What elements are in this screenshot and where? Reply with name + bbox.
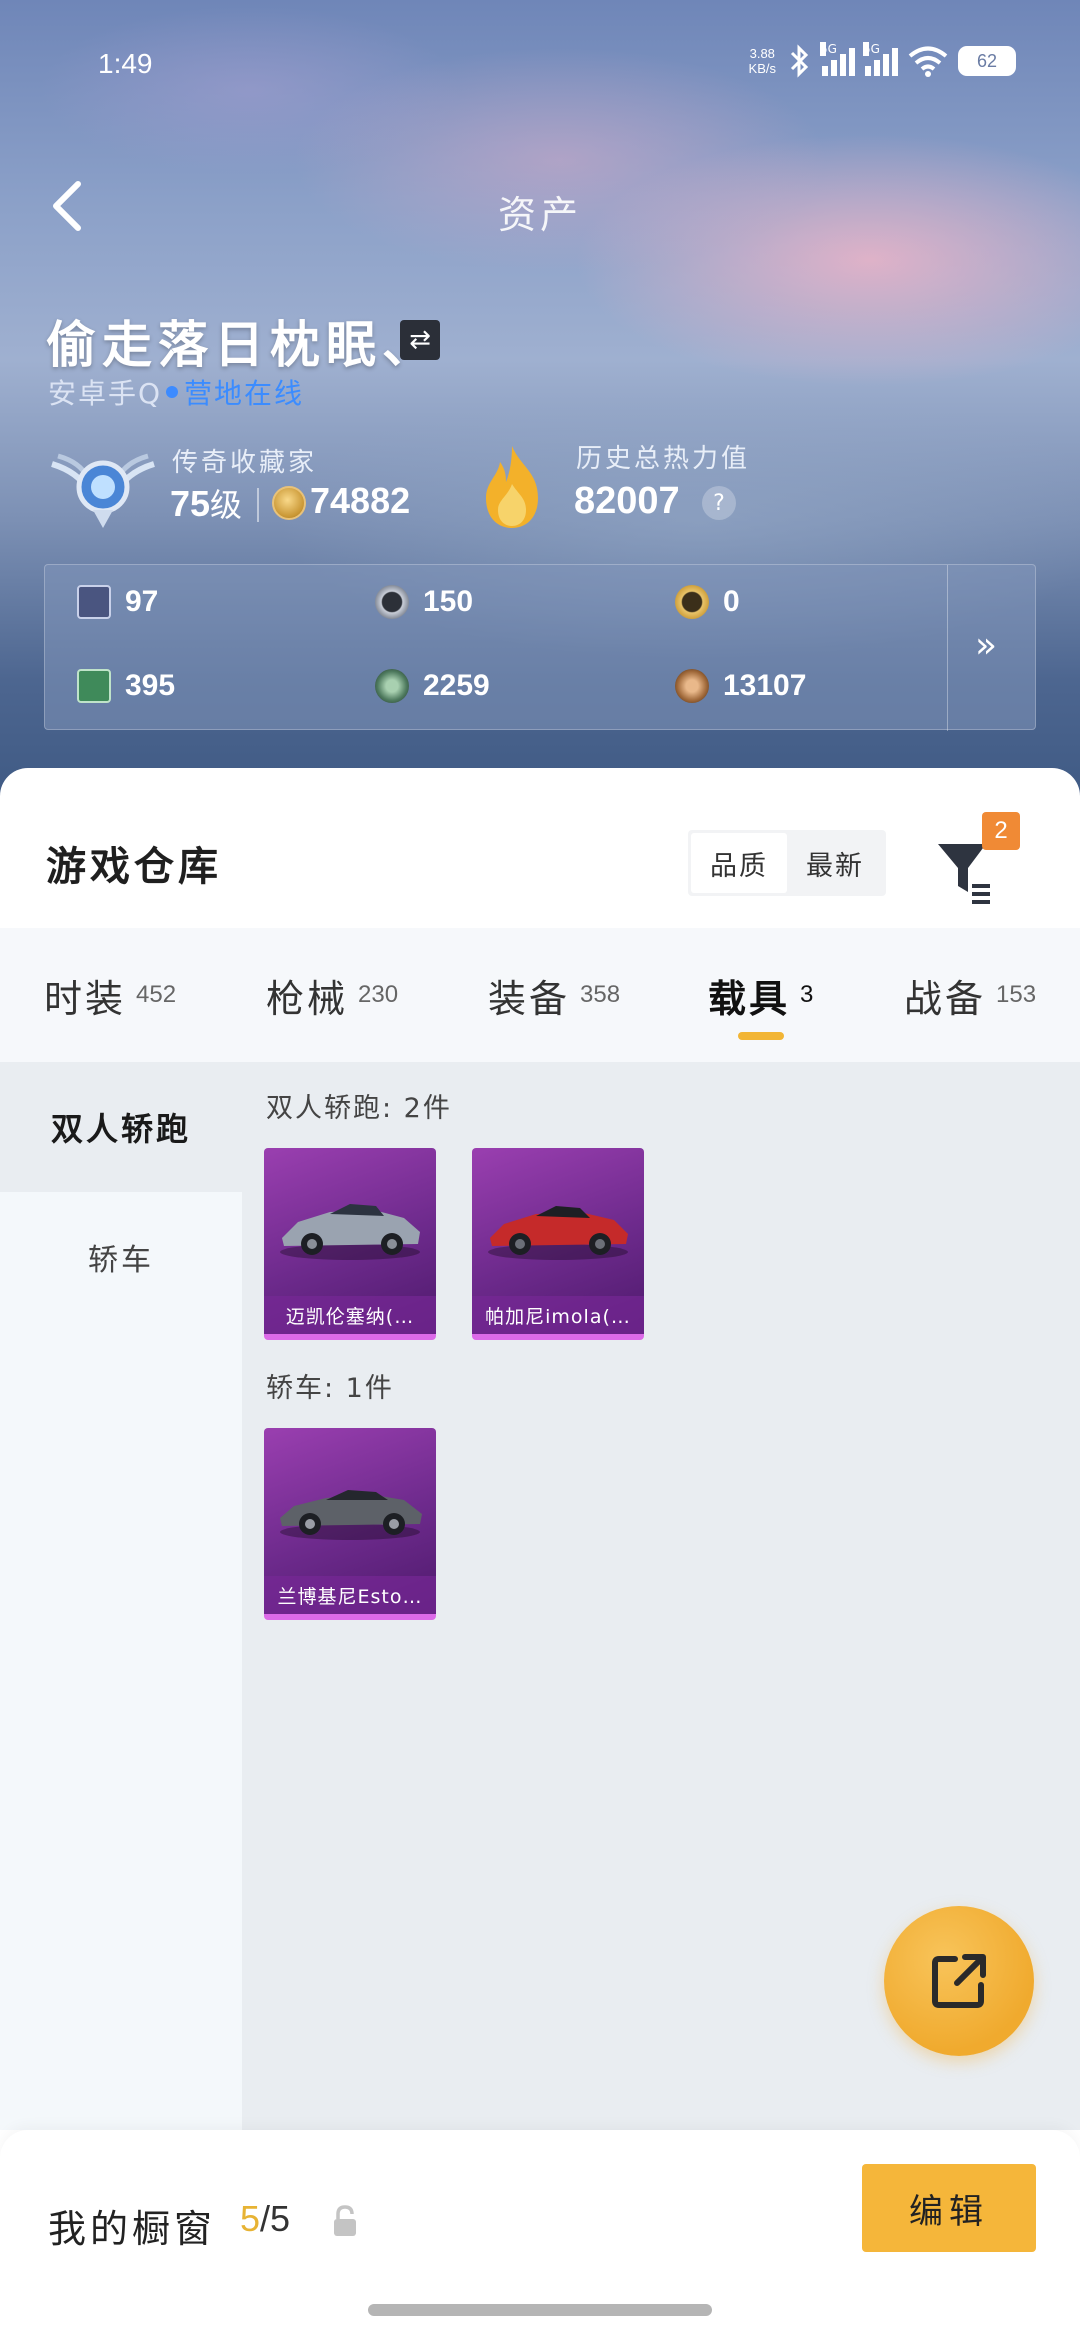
gold-emblem-icon xyxy=(675,585,709,619)
signal-icon-2: 5G xyxy=(863,42,898,76)
tab-equipment[interactable]: 装备 358 xyxy=(488,928,620,1062)
player-level: 75级 xyxy=(170,483,243,524)
status-time: 1:49 xyxy=(98,48,153,79)
bluetooth-icon xyxy=(790,44,809,78)
lock-icon xyxy=(334,2205,356,2236)
switch-account-icon[interactable]: ⇄ xyxy=(400,320,440,360)
rank-title: 传奇收藏家 xyxy=(172,448,318,478)
server-label: 安卓手Q xyxy=(48,377,163,410)
vehicle-card[interactable]: 兰博基尼Esto… xyxy=(264,1428,436,1620)
online-dot-icon xyxy=(166,386,179,398)
vehicle-card[interactable]: 帕加尼imola(… xyxy=(472,1148,644,1340)
bronze-coin-icon xyxy=(675,669,709,703)
more-assets-icon[interactable]: » xyxy=(975,625,997,666)
divider xyxy=(257,488,259,522)
group-label: 双人轿跑: 2件 xyxy=(266,1093,452,1124)
vehicle-name: 帕加尼imola(… xyxy=(472,1296,644,1334)
asset-item[interactable]: 150 xyxy=(375,585,473,619)
status-bar: 1:49 3.88 KB/s 5G 5G 62 xyxy=(0,42,1080,88)
lamborghini-estoque-car-icon xyxy=(280,1490,422,1540)
green-card-icon xyxy=(77,669,111,703)
tab-outfits[interactable]: 时装 452 xyxy=(44,928,176,1062)
network-speed: 3.88 KB/s xyxy=(748,46,776,76)
heat-value: 82007 xyxy=(574,480,680,522)
asset-item[interactable]: 0 xyxy=(675,585,740,619)
mclaren-senna-car-icon xyxy=(280,1204,420,1260)
help-icon[interactable]: ? xyxy=(702,486,736,520)
green-coin-icon xyxy=(375,669,409,703)
home-indicator[interactable] xyxy=(368,2304,712,2316)
edit-button[interactable]: 编辑 xyxy=(862,2164,1036,2252)
heat-title: 历史总热力值 xyxy=(576,444,751,474)
status-icons: 3.88 KB/s 5G 5G 62 xyxy=(748,42,1016,78)
coin-icon xyxy=(272,486,306,520)
silver-coin-icon xyxy=(375,585,409,619)
asset-item[interactable]: 13107 xyxy=(675,669,806,703)
card-icon xyxy=(77,585,111,619)
group-label: 轿车: 1件 xyxy=(266,1373,394,1404)
player-server-status: 安卓手Q 营地在线 xyxy=(48,372,304,412)
asset-item[interactable]: 2259 xyxy=(375,669,490,703)
category-tabs: 时装 452 枪械 230 装备 358 载具 3 战备 153 xyxy=(0,928,1080,1062)
online-status: 营地在线 xyxy=(184,377,305,410)
tab-vehicles[interactable]: 载具 3 xyxy=(708,928,813,1062)
coin-value: 74882 xyxy=(310,480,411,521)
filter-count-badge: 2 xyxy=(982,812,1020,850)
showcase-bar: 我的橱窗 5/5 编辑 xyxy=(0,2130,1080,2339)
tab-supplies[interactable]: 战备 153 xyxy=(904,928,1036,1062)
asset-item[interactable]: 97 xyxy=(77,585,158,619)
divider xyxy=(947,565,948,731)
sidebar-item-coupe[interactable]: 双人轿跑 xyxy=(0,1062,242,1192)
active-tab-indicator xyxy=(738,1032,784,1040)
sort-by-newest[interactable]: 最新 xyxy=(787,833,883,893)
tab-weapons[interactable]: 枪械 230 xyxy=(266,928,398,1062)
flame-icon xyxy=(486,446,538,528)
nav-bar: 资产 xyxy=(0,170,1080,240)
showcase-count: 5/5 xyxy=(240,2198,291,2239)
share-button[interactable] xyxy=(884,1906,1034,2056)
sidebar-item-sedan[interactable]: 轿车 xyxy=(0,1192,242,1322)
profile-header: 1:49 3.88 KB/s 5G 5G 62 资产 偷走落日枕眠、 ⇄ 安卓手… xyxy=(0,0,1080,800)
share-icon xyxy=(932,1954,986,2008)
wifi-icon xyxy=(908,46,948,77)
player-name: 偷走落日枕眠、 xyxy=(46,315,438,374)
warehouse-title: 游戏仓库 xyxy=(46,843,222,890)
vehicle-name: 迈凯伦塞纳(… xyxy=(264,1296,436,1334)
assets-panel: 97 150 0 395 2259 13107 » xyxy=(44,564,1036,731)
pagani-imola-car-icon xyxy=(488,1206,628,1260)
signal-icon-1: 5G xyxy=(820,42,855,76)
page-title: 资产 xyxy=(497,193,582,237)
sort-by-quality[interactable]: 品质 xyxy=(691,833,787,893)
rank-badge-icon xyxy=(51,453,155,528)
subcategory-sidebar: 双人轿跑 轿车 xyxy=(0,1062,242,2130)
sort-toggle: 品质 最新 xyxy=(688,830,886,896)
warehouse-sheet: 游戏仓库 品质 最新 2 时装 452 枪械 230 装备 358 载具 3 战备 153… xyxy=(0,768,1080,2339)
battery-indicator: 62 xyxy=(958,46,1016,76)
vehicle-card[interactable]: 迈凯伦塞纳(… xyxy=(264,1148,436,1340)
showcase-label: 我的橱窗 xyxy=(48,2207,217,2251)
asset-item[interactable]: 395 xyxy=(77,669,175,703)
vehicle-name: 兰博基尼Esto… xyxy=(264,1576,436,1614)
